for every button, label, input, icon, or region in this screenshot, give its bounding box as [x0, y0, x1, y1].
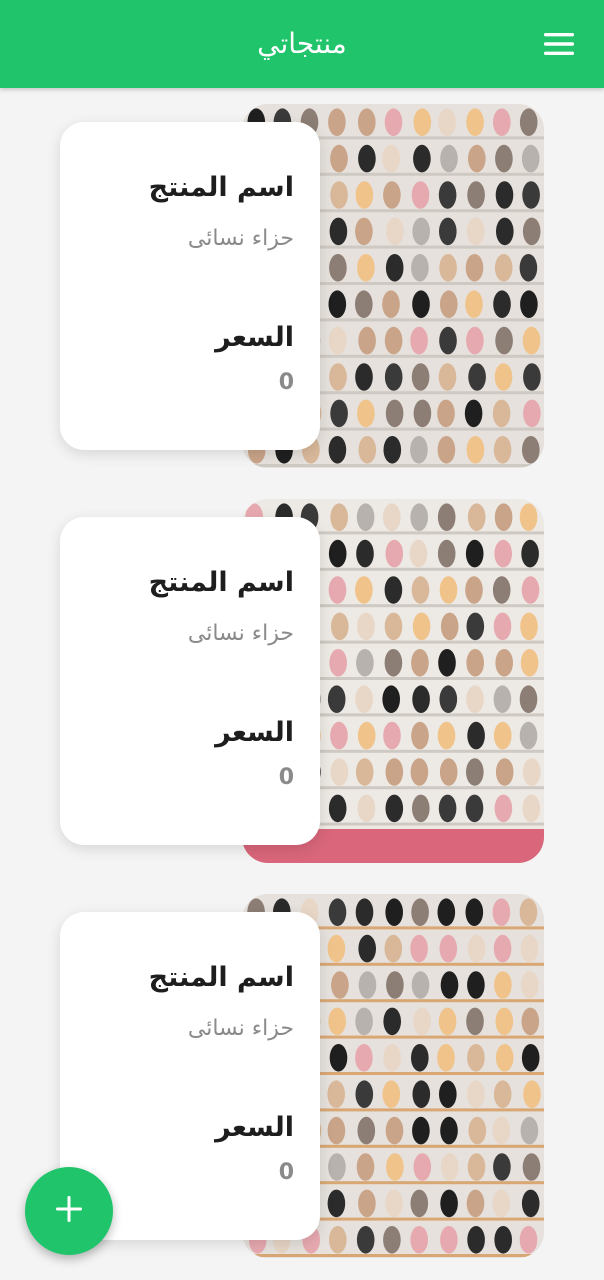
product-name-label: اسم المنتج — [148, 962, 294, 993]
product-name-label: اسم المنتج — [148, 567, 294, 598]
product-price-label: السعر — [215, 322, 294, 353]
product-price-value: 0 — [278, 370, 294, 395]
page-title: منتجاتي — [257, 27, 347, 60]
product-name-label: اسم المنتج — [148, 172, 294, 203]
product-info-panel: اسم المنتج حزاء نسائى السعر 0 — [60, 122, 320, 450]
product-info-panel: اسم المنتج حزاء نسائى السعر 0 — [60, 517, 320, 845]
add-product-button[interactable] — [25, 1167, 113, 1255]
product-price-value: 0 — [278, 1160, 294, 1185]
product-card[interactable]: اسم المنتج حزاء نسائى السعر 0 — [60, 894, 544, 1258]
hamburger-menu-icon — [544, 33, 574, 55]
product-card[interactable]: اسم المنتج حزاء نسائى السعر 0 — [60, 499, 544, 863]
product-name-value: حزاء نسائى — [187, 1016, 294, 1041]
product-name-value: حزاء نسائى — [187, 621, 294, 646]
product-name-value: حزاء نسائى — [187, 226, 294, 251]
app-bar: منتجاتي — [0, 0, 604, 88]
product-price-label: السعر — [215, 1112, 294, 1143]
product-price-value: 0 — [278, 765, 294, 790]
plus-icon — [56, 1196, 82, 1226]
menu-button[interactable] — [536, 22, 582, 66]
product-price-label: السعر — [215, 717, 294, 748]
product-card[interactable]: اسم المنتج حزاء نسائى السعر 0 — [60, 104, 544, 468]
